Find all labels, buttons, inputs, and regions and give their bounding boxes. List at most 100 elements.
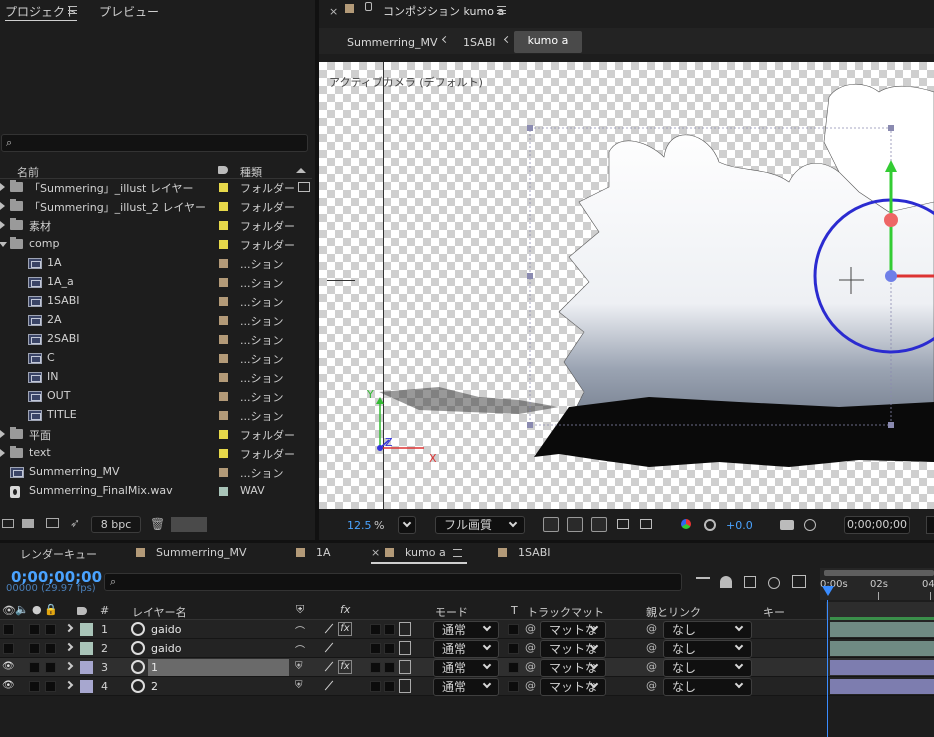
project-item[interactable]: 1A_a ...ション — [0, 273, 312, 292]
draft-3d-icon[interactable] — [696, 577, 710, 587]
lock-toggle[interactable] — [45, 643, 56, 654]
label-color-swatch[interactable] — [219, 354, 228, 363]
label-tag-icon[interactable] — [77, 607, 87, 615]
av-eye-icon[interactable]: 👁 — [2, 604, 16, 617]
show-snapshot-icon[interactable] — [804, 519, 816, 531]
work-area-bar[interactable] — [824, 570, 934, 576]
layer-name[interactable]: 1 — [151, 661, 158, 674]
lock-icon[interactable] — [365, 2, 372, 11]
project-item[interactable]: 2A ...ション — [0, 311, 312, 330]
project-item[interactable]: 平面 フォルダー — [0, 425, 312, 444]
layer-duration-bar[interactable] — [830, 679, 934, 694]
label-tag-icon[interactable] — [218, 166, 228, 174]
adjustment-toggle[interactable] — [384, 681, 395, 692]
layer-label-swatch[interactable] — [80, 661, 93, 674]
fx-switch-icon[interactable]: fx — [338, 622, 352, 636]
color-channels-icon[interactable] — [681, 519, 691, 529]
parent-dropdown[interactable]: なし — [663, 678, 752, 696]
project-item[interactable]: 「Summering」_illust レイヤー フォルダー — [0, 178, 312, 197]
label-color-swatch[interactable] — [219, 392, 228, 401]
frame-blending-icon[interactable] — [744, 576, 756, 588]
project-search-input[interactable] — [22, 136, 302, 150]
zoom-value[interactable]: 12.5 — [347, 519, 372, 532]
label-color-swatch[interactable] — [219, 468, 228, 477]
project-item[interactable]: 1SABI ...ション — [0, 292, 312, 311]
expand-arrow-right-icon[interactable] — [64, 642, 74, 652]
expand-arrow-right-icon[interactable] — [0, 221, 5, 229]
more-button[interactable] — [926, 516, 934, 534]
pick-whip-icon[interactable]: @ — [525, 660, 536, 673]
bpc-button[interactable]: 8 bpc — [91, 516, 141, 533]
project-item[interactable]: text フォルダー — [0, 444, 312, 463]
mode-dropdown[interactable]: 通常 — [433, 659, 499, 677]
3d-layer-cube-icon[interactable] — [399, 641, 411, 655]
visibility-toggle[interactable] — [3, 643, 14, 654]
close-tab-icon[interactable]: × — [329, 5, 338, 18]
color-swatch[interactable] — [171, 517, 207, 532]
solo-toggle[interactable] — [29, 662, 40, 673]
visibility-eye-icon[interactable]: 👁 — [2, 661, 15, 672]
parent-pick-whip-icon[interactable]: @ — [646, 660, 657, 673]
layer-row[interactable]: 2 gaido ⌒ 通常 @ マットな @ なし — [0, 639, 934, 658]
expand-arrow-right-icon[interactable] — [0, 430, 5, 438]
project-item[interactable]: 素材 フォルダー — [0, 216, 312, 235]
label-color-swatch[interactable] — [219, 259, 228, 268]
label-color-swatch[interactable] — [219, 373, 228, 382]
graph-editor-icon[interactable] — [792, 575, 806, 588]
solo-icon[interactable]: ● — [32, 603, 42, 616]
panel-menu-icon[interactable] — [497, 6, 506, 14]
3d-layer-cube-icon[interactable] — [399, 679, 411, 693]
track-matte-dropdown[interactable]: マットな — [540, 640, 606, 658]
motion-blur-toggle[interactable] — [370, 624, 381, 635]
interpret-footage-icon[interactable] — [2, 519, 14, 528]
solo-toggle[interactable] — [29, 624, 40, 635]
col-layer-name-header[interactable]: レイヤー名 — [132, 604, 187, 620]
preserve-transparency-toggle[interactable] — [508, 681, 519, 692]
motion-blur-icon[interactable] — [768, 577, 780, 589]
breadcrumb-summerring-mv[interactable]: Summerring_MV — [347, 36, 438, 49]
preserve-transparency-toggle[interactable] — [508, 643, 519, 654]
fx-switch-icon[interactable]: fx — [338, 660, 352, 674]
preserve-transparency-toggle[interactable] — [508, 624, 519, 635]
parent-pick-whip-icon[interactable]: @ — [646, 641, 657, 654]
project-item[interactable]: 「Summering」_illust_2 レイヤー フォルダー — [0, 197, 312, 216]
breadcrumb-1sabi[interactable]: 1SABI — [463, 36, 496, 49]
project-item[interactable]: Summerring_FinalMix.wav WAV — [0, 482, 312, 501]
breadcrumb-kumo-a[interactable]: kumo a — [514, 31, 582, 53]
sort-arrow-icon[interactable] — [296, 168, 306, 173]
new-folder-icon[interactable] — [22, 519, 34, 528]
track-matte-dropdown[interactable]: マットな — [540, 678, 606, 696]
visibility-eye-icon[interactable]: 👁 — [2, 680, 15, 691]
col-mode-header[interactable]: モード — [435, 604, 468, 620]
shy-switch-icon[interactable]: ⌒ — [295, 623, 305, 638]
expand-arrow-right-icon[interactable] — [0, 183, 5, 191]
lock-toggle[interactable] — [45, 681, 56, 692]
col-track-matte-header[interactable]: トラックマット — [527, 604, 604, 620]
parent-pick-whip-icon[interactable]: @ — [646, 679, 657, 692]
label-color-swatch[interactable] — [219, 335, 228, 344]
layer-name[interactable]: gaido — [151, 623, 182, 636]
region-of-interest-icon[interactable] — [617, 519, 629, 529]
preserve-transparency-toggle[interactable] — [508, 662, 519, 673]
project-item[interactable]: OUT ...ション — [0, 387, 312, 406]
expand-arrow-right-icon[interactable] — [64, 661, 74, 671]
close-tab-icon[interactable]: × — [371, 546, 380, 559]
adjustment-toggle[interactable] — [384, 662, 395, 673]
fast-preview-icon[interactable] — [543, 517, 559, 532]
audio-icon[interactable]: 🔈 — [15, 603, 29, 616]
project-item[interactable]: C ...ション — [0, 349, 312, 368]
resolution-dropdown[interactable]: フル画質 — [435, 516, 525, 534]
project-item[interactable]: comp フォルダー — [0, 235, 312, 254]
lock-toggle[interactable] — [45, 624, 56, 635]
label-color-swatch[interactable] — [219, 411, 228, 420]
adjustment-toggle[interactable] — [384, 643, 395, 654]
expand-arrow-right-icon[interactable] — [64, 623, 74, 633]
time-ruler[interactable]: 0:00s 02s 04s — [820, 568, 934, 600]
adjustment-toggle[interactable] — [384, 624, 395, 635]
parent-dropdown[interactable]: なし — [663, 659, 752, 677]
tab-project[interactable]: プロジェクト — [5, 3, 78, 21]
playhead[interactable] — [827, 600, 828, 737]
label-color-swatch[interactable] — [219, 221, 228, 230]
col-parent-header[interactable]: 親とリンク — [646, 604, 701, 620]
pick-whip-icon[interactable]: @ — [525, 641, 536, 654]
